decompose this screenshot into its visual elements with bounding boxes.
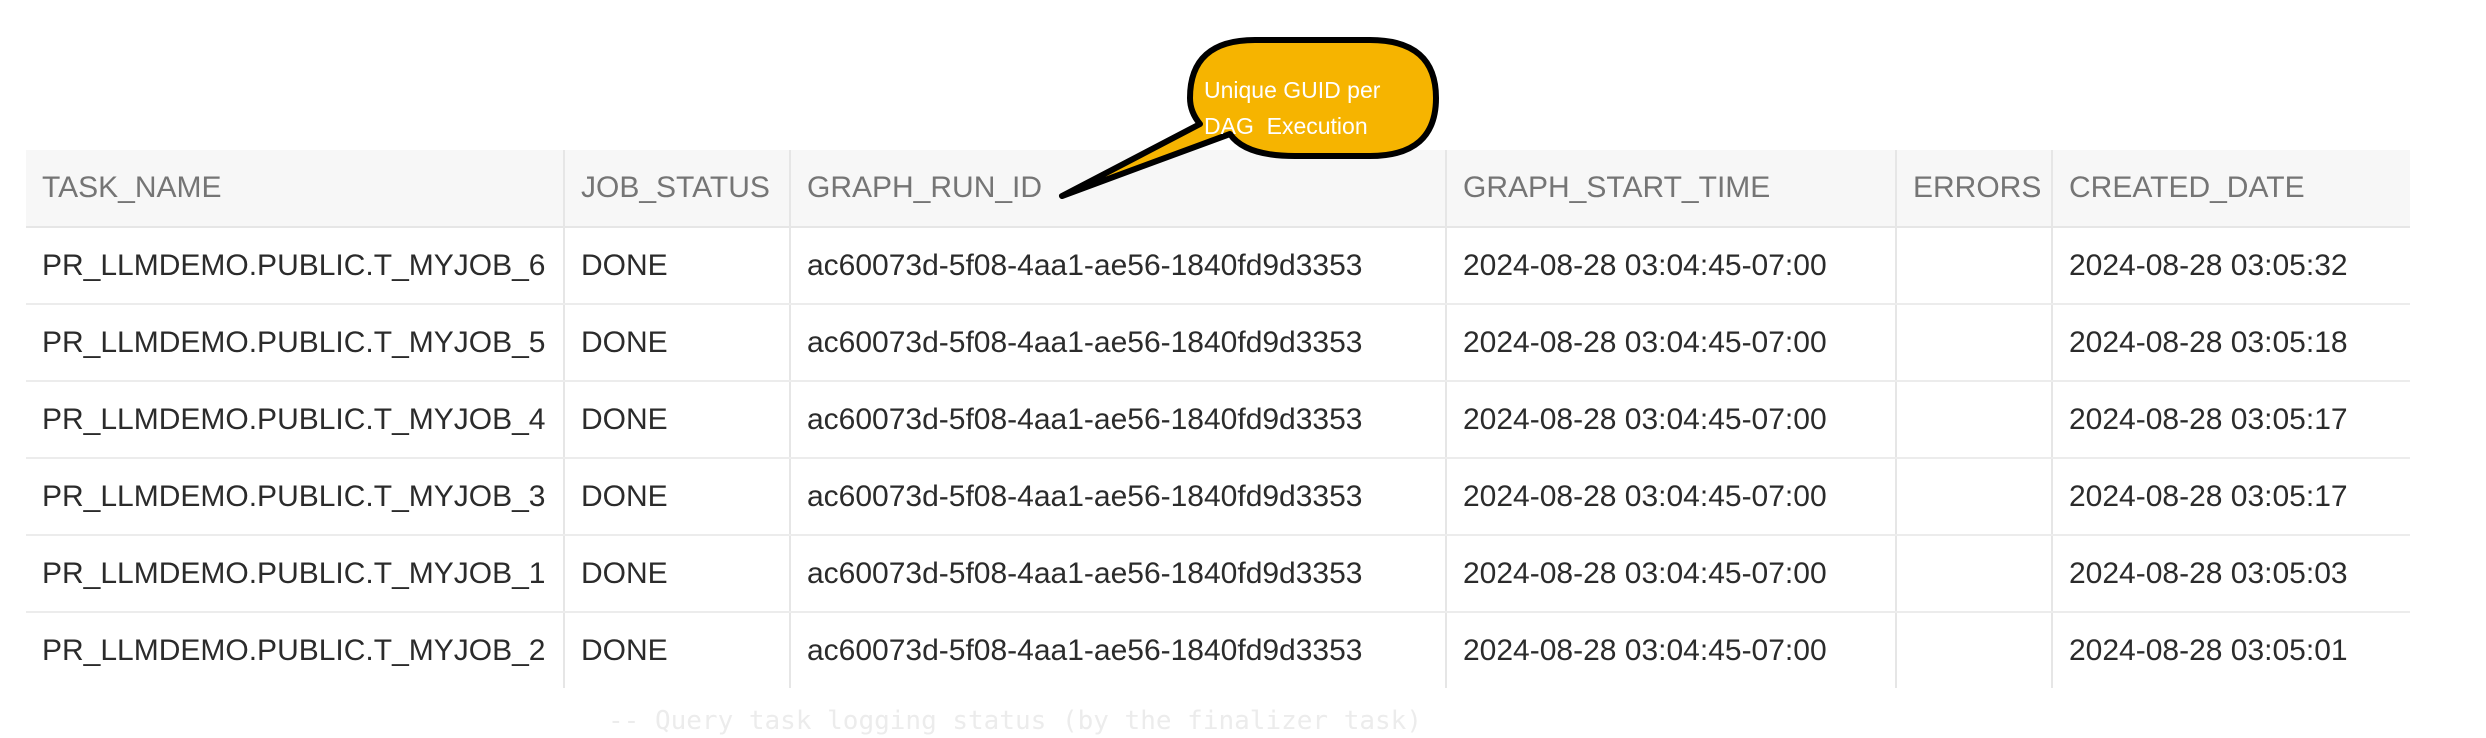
- cell-task-name: PR_LLMDEMO.PUBLIC.T_MYJOB_3: [26, 458, 565, 536]
- callout-text: Unique GUID per DAG Execution: [1204, 72, 1414, 144]
- sql-comment: -- Query task logging status (by the fin…: [608, 706, 1422, 736]
- cell-task-name: PR_LLMDEMO.PUBLIC.T_MYJOB_1: [26, 535, 565, 613]
- cell-task-name: PR_LLMDEMO.PUBLIC.T_MYJOB_2: [26, 612, 565, 688]
- cell-created-date: 2024-08-28 03:05:01: [2069, 633, 2348, 667]
- column-header-graph-start-time[interactable]: GRAPH_START_TIME: [1446, 150, 1897, 228]
- cell-graph-run-id: ac60073d-5f08-4aa1-ae56-1840fd9d3353: [790, 458, 1447, 536]
- cell-graph-run-id: ac60073d-5f08-4aa1-ae56-1840fd9d3353: [790, 612, 1447, 688]
- cell-graph-start-time: 2024-08-28 03:04:45-07:00: [1446, 458, 1897, 536]
- callout-line-1: Unique GUID per: [1204, 77, 1381, 103]
- cell-graph-start-time: 2024-08-28 03:04:45-07:00: [1446, 304, 1897, 382]
- callout-line-2: DAG Execution: [1204, 113, 1368, 139]
- table-row[interactable]: PR_LLMDEMO.PUBLIC.T_MYJOB_6 DONE ac60073…: [26, 227, 2410, 305]
- column-header-job-status[interactable]: JOB_STATUS: [564, 150, 791, 228]
- table-row[interactable]: PR_LLMDEMO.PUBLIC.T_MYJOB_3 DONE ac60073…: [26, 458, 2410, 536]
- cell-graph-run-id: ac60073d-5f08-4aa1-ae56-1840fd9d3353: [790, 381, 1447, 459]
- table-row[interactable]: PR_LLMDEMO.PUBLIC.T_MYJOB_1 DONE ac60073…: [26, 535, 2410, 613]
- cell-graph-run-id: ac60073d-5f08-4aa1-ae56-1840fd9d3353: [790, 535, 1447, 613]
- query-results-view: TASK_NAME JOB_STATUS GRAPH_RUN_ID GRAPH_…: [0, 0, 2486, 738]
- cell-graph-start-time: 2024-08-28 03:04:45-07:00: [1446, 381, 1897, 459]
- table-row[interactable]: PR_LLMDEMO.PUBLIC.T_MYJOB_2 DONE ac60073…: [26, 612, 2410, 688]
- cell-job-status: DONE: [564, 535, 791, 613]
- cell-task-name: PR_LLMDEMO.PUBLIC.T_MYJOB_6: [26, 227, 565, 305]
- cell-errors: [1896, 612, 2053, 688]
- cell-errors: [1896, 458, 2053, 536]
- column-header-created-date[interactable]: CREATED_DATE: [2052, 150, 2410, 228]
- cell-task-name: PR_LLMDEMO.PUBLIC.T_MYJOB_5: [26, 304, 565, 382]
- cell-created-date: 2024-08-28 03:05:03: [2052, 535, 2410, 613]
- cell-job-status: DONE: [564, 304, 791, 382]
- cell-task-name: PR_LLMDEMO.PUBLIC.T_MYJOB_4: [26, 381, 565, 459]
- column-header-errors[interactable]: ERRORS: [1896, 150, 2053, 228]
- cell-job-status: DONE: [564, 381, 791, 459]
- cell-errors: [1896, 381, 2053, 459]
- table-row[interactable]: PR_LLMDEMO.PUBLIC.T_MYJOB_5 DONE ac60073…: [26, 304, 2410, 382]
- cell-errors: [1896, 535, 2053, 613]
- cell-created-date: 2024-08-28 03:05:17: [2052, 381, 2410, 459]
- cell-graph-run-id: ac60073d-5f08-4aa1-ae56-1840fd9d3353: [790, 227, 1447, 305]
- cell-job-status: DONE: [564, 612, 791, 688]
- cell-job-status: DONE: [564, 227, 791, 305]
- table-row[interactable]: PR_LLMDEMO.PUBLIC.T_MYJOB_4 DONE ac60073…: [26, 381, 2410, 459]
- cell-graph-start-time: 2024-08-28 03:04:45-07:00: [1446, 612, 1897, 688]
- column-header-task-name[interactable]: TASK_NAME: [26, 150, 565, 228]
- cell-created-date: 2024-08-28 03:05:18: [2052, 304, 2410, 382]
- cell-created-date: 2024-08-28 03:05:32: [2052, 227, 2410, 305]
- cell-errors: [1896, 304, 2053, 382]
- cell-graph-start-time: 2024-08-28 03:04:45-07:00: [1446, 227, 1897, 305]
- cell-graph-start-time: 2024-08-28 03:04:45-07:00: [1446, 535, 1897, 613]
- cell-created-date: 2024-08-28 03:05:17: [2052, 458, 2410, 536]
- cell-job-status: DONE: [564, 458, 791, 536]
- cell-graph-run-id: ac60073d-5f08-4aa1-ae56-1840fd9d3353: [790, 304, 1447, 382]
- cell-errors: [1896, 227, 2053, 305]
- results-table: TASK_NAME JOB_STATUS GRAPH_RUN_ID GRAPH_…: [26, 150, 2410, 688]
